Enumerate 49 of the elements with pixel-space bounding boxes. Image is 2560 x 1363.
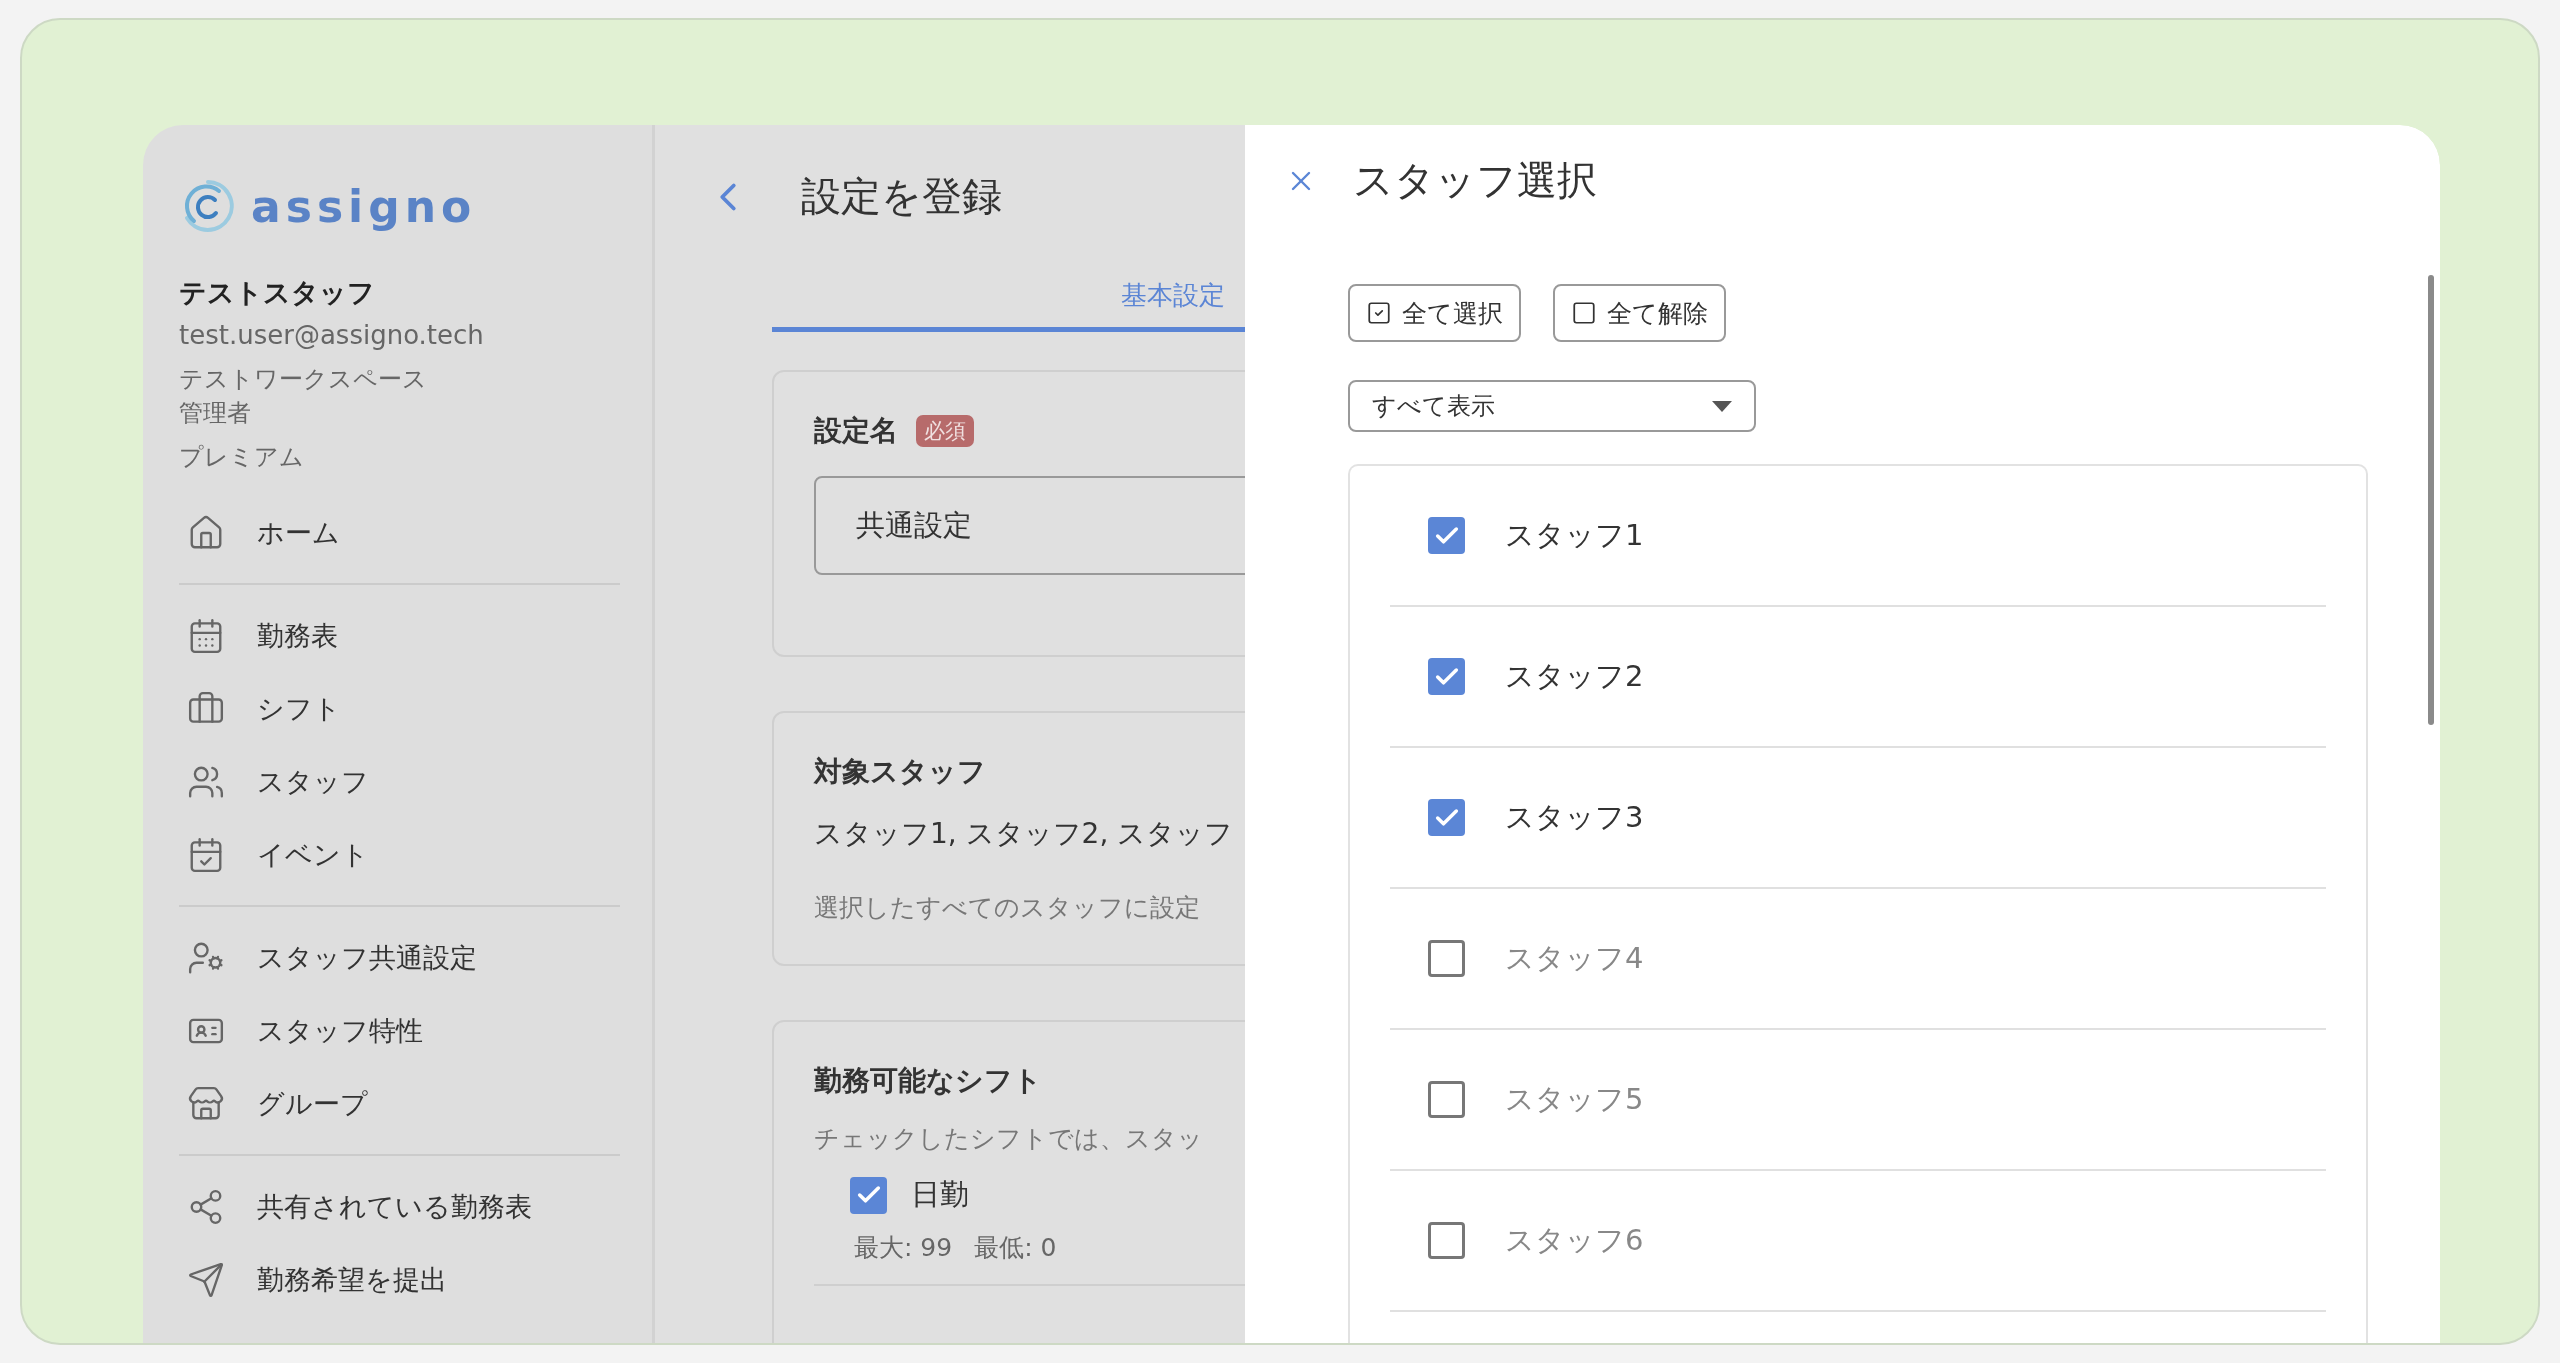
nav-item[interactable]: シフト [179, 680, 620, 738]
staff-name: スタッフ4 [1505, 939, 1644, 977]
max-value: 最大: 99 [854, 1232, 953, 1264]
workspace-name: テストワークスペース [179, 364, 428, 396]
user-name: テストスタッフ [179, 276, 376, 310]
nav-item[interactable]: スタッフ [179, 753, 620, 811]
staff-name: スタッフ1 [1505, 516, 1644, 554]
section-title: 勤務可能なシフト [814, 1064, 1042, 1097]
required-badge: 必須 [916, 415, 974, 447]
checkbox[interactable] [1428, 940, 1465, 977]
staff-name: スタッフ6 [1505, 1221, 1644, 1259]
select-button[interactable]: 全て解除 [1553, 284, 1726, 342]
checkbox[interactable] [1428, 658, 1465, 695]
shift-label: 日勤 [911, 1176, 969, 1213]
nav-item[interactable]: イベント [179, 826, 620, 884]
send-icon [187, 1260, 225, 1299]
checked-box-icon [1366, 300, 1392, 326]
nav-item[interactable]: スタッフ共通設定 [179, 929, 620, 987]
staff-name: スタッフ5 [1505, 1080, 1644, 1118]
staff-name: スタッフ2 [1505, 657, 1644, 695]
user-email: test.user@assigno.tech [179, 319, 485, 352]
nav-item[interactable]: 勤務表 [179, 607, 620, 665]
nav-item[interactable]: 勤務希望を提出 [179, 1251, 620, 1309]
nav-item[interactable]: ホーム [179, 504, 620, 562]
page-title: 設定を登録 [801, 172, 1002, 221]
filter-dropdown[interactable]: すべて表示 [1348, 380, 1756, 432]
description-text: チェックしたシフトでは、スタッ [814, 1123, 1204, 1155]
caret-icon [1712, 400, 1732, 412]
checkbox[interactable] [850, 1176, 887, 1214]
nav-item[interactable]: スタッフ特性 [179, 1002, 620, 1060]
checkbox[interactable] [1428, 799, 1465, 836]
plan-name: プレミアム [179, 441, 305, 473]
staff-name: スタッフ3 [1505, 798, 1644, 836]
selected-staff: スタッフ1, スタッフ2, スタッフ [814, 816, 1235, 852]
user-role: 管理者 [179, 398, 252, 429]
nav-item[interactable]: 共有されている勤務表 [179, 1178, 620, 1236]
section-title: 対象スタッフ [814, 755, 986, 788]
nav-item[interactable]: グループ [179, 1075, 620, 1133]
empty-box-icon [1571, 300, 1597, 326]
checkbox[interactable] [1428, 1222, 1465, 1259]
drawer-title: スタッフ選択 [1353, 156, 1597, 205]
min-value: 最低: 0 [974, 1232, 1057, 1264]
checkbox[interactable] [1428, 1081, 1465, 1118]
note-text: 選択したすべてのスタッフに設定 [814, 892, 1201, 924]
scrollbar[interactable] [2428, 275, 2434, 725]
field-label: 設定名 [814, 413, 898, 449]
checkbox[interactable] [1428, 517, 1465, 554]
select-button[interactable]: 全て選択 [1348, 284, 1521, 342]
logo-text: assigno [251, 180, 477, 232]
